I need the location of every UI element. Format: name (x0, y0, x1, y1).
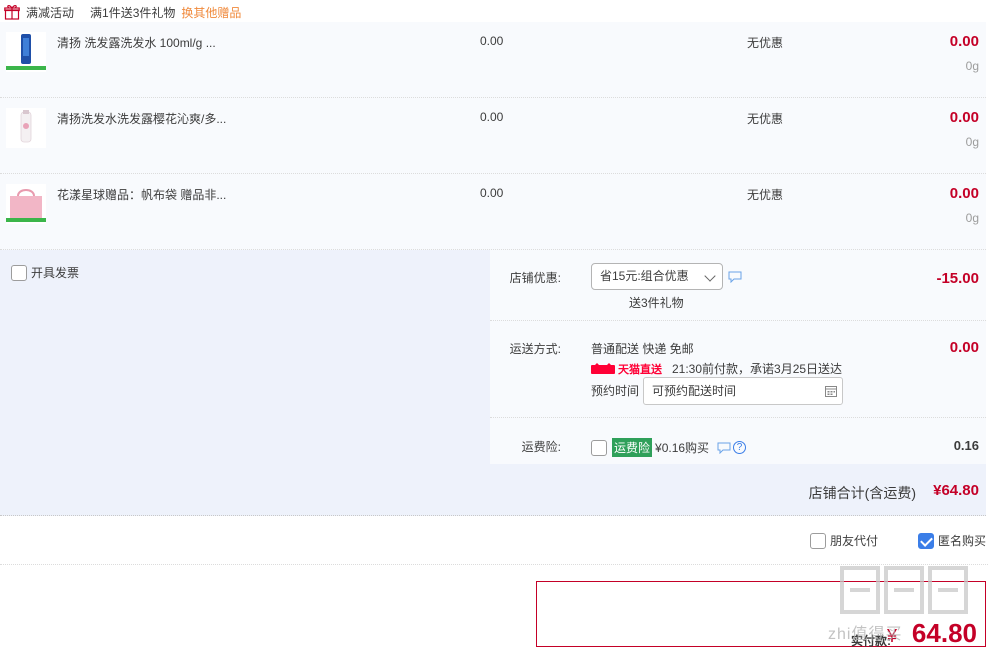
promo-bar: 满减活动 满1件送3件礼物 换其他赠品 (0, 0, 988, 24)
change-gift-link[interactable]: 换其他赠品 (181, 4, 241, 21)
list-item: 清扬 洗发露洗发水 100ml/g ... 0.00 无优惠 0.00 0g (0, 22, 986, 98)
order-options-panel: 店铺优惠: 省15元:组合优惠 送3件礼物 -15.00 运送方式: 普通配送 … (490, 250, 986, 464)
list-item: 花漾星球赠品：帆布袋 赠品非... 0.00 无优惠 0.00 0g (0, 174, 986, 250)
friend-pay-label: 朋友代付 (830, 534, 879, 548)
shipping-method: 普通配送 快递 免邮 (591, 342, 694, 356)
shipping-row: 运送方式: 普通配送 快递 免邮 天猫直送 21:30前付款，承诺3月25日送达… (490, 322, 986, 418)
invoice-option[interactable]: 开具发票 (11, 264, 79, 281)
calendar-icon (825, 386, 837, 397)
coupon-select[interactable]: 省15元:组合优惠 (591, 263, 723, 290)
product-subtotal: 0.00 (949, 109, 979, 126)
product-weight: 0g (965, 59, 979, 73)
payment-currency: ¥ (886, 626, 897, 646)
coupon-amount: -15.00 (936, 270, 979, 287)
product-weight: 0g (965, 135, 979, 149)
insurance-checkbox[interactable] (591, 439, 607, 456)
store-total-row: 店铺合计(含运费) ¥64.80 (0, 464, 986, 516)
tmall-direct-info: 天猫直送 21:30前付款，承诺3月25日送达 (591, 360, 842, 377)
insurance-option[interactable]: 运费险 ¥0.16购买 ? (591, 438, 747, 457)
insurance-info: ? (717, 441, 747, 454)
coupon-label: 店铺优惠: (509, 271, 561, 285)
product-name[interactable]: 清扬 洗发露洗发水 100ml/g ... (57, 34, 297, 51)
promo-rule: 满1件送3件礼物 (90, 5, 176, 20)
insurance-badge: 运费险 (612, 438, 653, 457)
help-icon[interactable]: ? (733, 441, 747, 454)
product-price: 0.00 (480, 186, 504, 200)
friend-pay-option[interactable]: 朋友代付 (810, 532, 878, 549)
product-subtotal: 0.00 (949, 185, 979, 202)
invoice-label: 开具发票 (31, 266, 80, 280)
message-icon[interactable] (728, 271, 742, 283)
product-weight: 0g (965, 211, 979, 225)
product-thumbnail[interactable] (6, 108, 46, 148)
product-price: 0.00 (480, 110, 504, 124)
tmall-direct-badge: 天猫直送 (591, 361, 662, 377)
anonymous-checkbox[interactable] (918, 532, 934, 549)
coupon-selected-value: 省15元:组合优惠 (600, 269, 689, 283)
tmall-logo-icon (591, 362, 615, 374)
schedule-label: 预约时间 (591, 384, 640, 398)
insurance-price: ¥0.16购买 (655, 441, 710, 455)
invoice-checkbox[interactable] (11, 264, 27, 281)
product-discount: 无优惠 (747, 36, 784, 50)
delivery-promise: 21:30前付款，承诺3月25日送达 (672, 362, 843, 376)
message-icon[interactable] (717, 442, 731, 454)
shipping-insurance-row: 运费险: 运费险 ¥0.16购买 ? 0.16 (490, 419, 986, 464)
payment-summary-box: 实付款: ¥ 64.80 (536, 581, 986, 647)
payment-options-row: 朋友代付 匿名购买 (0, 517, 988, 565)
schedule-time-field[interactable]: 可预约配送时间 (643, 377, 843, 405)
product-thumbnail[interactable] (6, 32, 46, 72)
product-thumbnail[interactable] (6, 184, 46, 224)
product-discount: 无优惠 (747, 112, 784, 126)
product-name[interactable]: 花漾星球赠品：帆布袋 赠品非... (57, 186, 297, 203)
chevron-down-icon (704, 270, 716, 282)
anonymous-label: 匿名购买 (938, 534, 987, 548)
insurance-label: 运费险: (521, 440, 561, 454)
product-subtotal: 0.00 (949, 33, 979, 50)
list-item: 清扬洗发水洗发露樱花沁爽/多... 0.00 无优惠 0.00 0g (0, 98, 986, 174)
schedule-value: 可预约配送时间 (652, 384, 737, 398)
shipping-label: 运送方式: (509, 342, 561, 356)
product-price: 0.00 (480, 34, 504, 48)
store-coupon-row: 店铺优惠: 省15元:组合优惠 送3件礼物 -15.00 (490, 250, 986, 321)
store-total-label: 店铺合计(含运费) (808, 485, 916, 501)
friend-pay-checkbox[interactable] (810, 532, 826, 549)
payment-value: 64.80 (911, 618, 977, 647)
insurance-amount: 0.16 (953, 438, 979, 453)
product-discount: 无优惠 (747, 188, 784, 202)
store-total-value: ¥64.80 (933, 482, 979, 499)
anonymous-option[interactable]: 匿名购买 (918, 532, 986, 549)
item-list: 清扬 洗发露洗发水 100ml/g ... 0.00 无优惠 0.00 0g 清… (0, 22, 986, 250)
payment-label: 实付款: (851, 634, 891, 647)
order-summary: 开具发票 店铺优惠: 省15元:组合优惠 送3件礼物 -15.00 运送方式: … (0, 250, 986, 516)
gift-icon (4, 5, 20, 20)
promo-tag: 满减活动 (26, 5, 75, 20)
product-name[interactable]: 清扬洗发水洗发露樱花沁爽/多... (57, 110, 297, 127)
coupon-note: 送3件礼物 (629, 296, 684, 310)
shipping-amount: 0.00 (949, 339, 979, 356)
